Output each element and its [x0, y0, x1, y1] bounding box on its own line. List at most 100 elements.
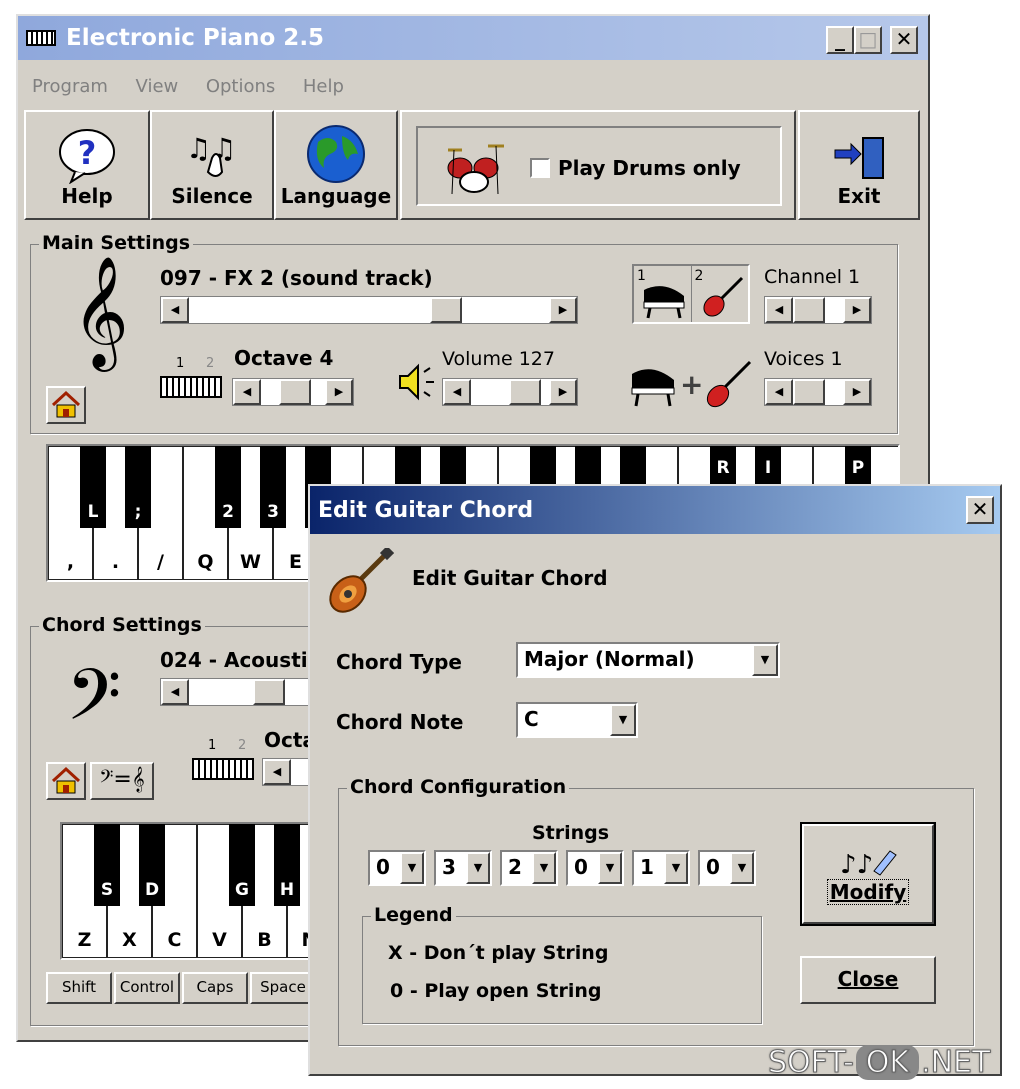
chord-type-dropdown-button[interactable]: ▼	[752, 644, 778, 676]
string-dropdown-button[interactable]: ▼	[466, 852, 490, 884]
maximize-button[interactable]: □	[854, 26, 882, 54]
silence-icon: ♫♫	[186, 132, 236, 177]
voices-right-arrow[interactable]: ▶	[843, 379, 871, 405]
strings-label: Strings	[532, 822, 610, 844]
black-key[interactable]: G	[229, 824, 255, 906]
black-key[interactable]: S	[94, 824, 120, 906]
play-drums-label: Play Drums only	[558, 156, 741, 180]
piano-plus-guitar-icon: +	[631, 360, 752, 408]
chord-slider-left-arrow[interactable]: ◀	[161, 679, 189, 705]
black-key[interactable]: H	[274, 824, 300, 906]
chord-type-select[interactable]: Major (Normal) ▼	[516, 642, 780, 678]
bass-to-treble-button[interactable]: 𝄢=𝄞	[90, 762, 154, 800]
bass-equals-treble-icon: 𝄢=𝄞	[99, 767, 145, 792]
black-key[interactable]: 2	[215, 446, 241, 528]
string-dropdown-button[interactable]: ▼	[730, 852, 754, 884]
svg-text:?: ?	[78, 134, 97, 172]
piano-app-icon	[26, 30, 56, 46]
space-button[interactable]: Space	[250, 972, 316, 1004]
chord-type-value: Major (Normal)	[524, 647, 695, 671]
main-title-bar[interactable]: Electronic Piano 2.5	[18, 16, 928, 60]
chord-home-button[interactable]	[46, 762, 86, 800]
black-key[interactable]: ;	[125, 446, 151, 528]
volume-right-arrow[interactable]: ▶	[549, 379, 577, 405]
chord-slider-thumb[interactable]	[253, 679, 285, 705]
octave-spinner[interactable]: ◀ ▶	[232, 378, 354, 406]
help-button[interactable]: ? Help	[24, 110, 150, 220]
string-dropdown-button[interactable]: ▼	[664, 852, 688, 884]
instrument-slider[interactable]: ◀ ▶	[160, 296, 578, 324]
chord-octave-icon-1: 1	[208, 738, 217, 753]
string-value: 3	[442, 855, 456, 879]
black-key[interactable]: L	[80, 446, 106, 528]
play-drums-checkbox[interactable]	[530, 158, 550, 178]
caps-button[interactable]: Caps	[182, 972, 248, 1004]
octave-thumb[interactable]	[279, 379, 311, 405]
channel-label: Channel 1	[764, 266, 861, 288]
electric-guitar-icon	[329, 548, 394, 613]
slider-left-arrow[interactable]: ◀	[161, 297, 189, 323]
volume-left-arrow[interactable]: ◀	[443, 379, 471, 405]
channel-left-arrow[interactable]: ◀	[765, 297, 793, 323]
chord-octave-left-arrow[interactable]: ◀	[263, 759, 291, 785]
dialog-heading: Edit Guitar Chord	[412, 566, 608, 590]
exit-label: Exit	[837, 184, 881, 208]
menu-view[interactable]: View	[136, 76, 179, 97]
channel-spinner[interactable]: ◀ ▶	[764, 296, 872, 324]
slider-right-arrow[interactable]: ▶	[549, 297, 577, 323]
octave-keyboard-icon: 1 2	[160, 356, 222, 402]
voices-thumb[interactable]	[793, 379, 825, 405]
string-select[interactable]: 0 ▼	[566, 850, 624, 886]
svg-text:♪♪: ♪♪	[840, 850, 873, 879]
silence-button[interactable]: ♫♫ Silence	[150, 110, 274, 220]
chord-note-dropdown-button[interactable]: ▼	[610, 704, 636, 736]
close-window-button[interactable]: ✕	[890, 26, 918, 54]
menu-options[interactable]: Options	[206, 76, 275, 97]
chord-keyboard: ZXCVBN SDGH	[60, 822, 320, 960]
string-select[interactable]: 3 ▼	[434, 850, 492, 886]
channel-right-arrow[interactable]: ▶	[843, 297, 871, 323]
octave-left-arrow[interactable]: ◀	[233, 379, 261, 405]
string-select[interactable]: 0 ▼	[368, 850, 426, 886]
globe-icon	[307, 125, 365, 183]
chord-note-select[interactable]: C ▼	[516, 702, 638, 738]
string-dropdown-button[interactable]: ▼	[532, 852, 556, 884]
channel-2-guitar[interactable]: 2	[691, 266, 748, 322]
string-select[interactable]: 1 ▼	[632, 850, 690, 886]
minimize-button[interactable]: _	[826, 26, 854, 54]
dialog-close-x-button[interactable]: ✕	[966, 496, 994, 524]
channel-1-piano[interactable]: 1	[634, 266, 692, 322]
bass-clef-icon: 𝄢	[66, 654, 122, 754]
black-key[interactable]: D	[139, 824, 165, 906]
close-button[interactable]: Close	[800, 956, 936, 1004]
chord-octave-icon-2: 2	[238, 738, 247, 753]
string-select[interactable]: 0 ▼	[698, 850, 756, 886]
slider-thumb[interactable]	[430, 297, 462, 323]
menu-help[interactable]: Help	[303, 76, 344, 97]
home-button[interactable]	[46, 386, 86, 424]
string-dropdown-button[interactable]: ▼	[598, 852, 622, 884]
channel-thumb[interactable]	[793, 297, 825, 323]
voices-spinner[interactable]: ◀ ▶	[764, 378, 872, 406]
modify-button[interactable]: ♪♪ Modify	[800, 822, 936, 926]
exit-button[interactable]: Exit	[798, 110, 920, 220]
help-label: Help	[61, 184, 113, 208]
dialog-title-bar[interactable]: Edit Guitar Chord	[310, 486, 1000, 534]
voices-left-arrow[interactable]: ◀	[765, 379, 793, 405]
volume-thumb[interactable]	[509, 379, 541, 405]
black-key[interactable]: 3	[260, 446, 286, 528]
shift-button[interactable]: Shift	[46, 972, 112, 1004]
string-dropdown-button[interactable]: ▼	[400, 852, 424, 884]
string-select[interactable]: 2 ▼	[500, 850, 558, 886]
menu-program[interactable]: Program	[32, 76, 108, 97]
music-pen-icon: ♪♪	[840, 850, 897, 879]
chord-settings-label: Chord Settings	[39, 614, 205, 636]
exit-icon	[834, 137, 884, 179]
volume-slider[interactable]: ◀ ▶	[442, 378, 578, 406]
control-button[interactable]: Control	[114, 972, 180, 1004]
drums-icon	[447, 144, 504, 195]
language-button[interactable]: Language	[274, 110, 398, 220]
chord-octave-keyboard-icon: 1 2	[192, 738, 254, 784]
octave-right-arrow[interactable]: ▶	[325, 379, 353, 405]
svg-text:+: +	[680, 368, 703, 401]
